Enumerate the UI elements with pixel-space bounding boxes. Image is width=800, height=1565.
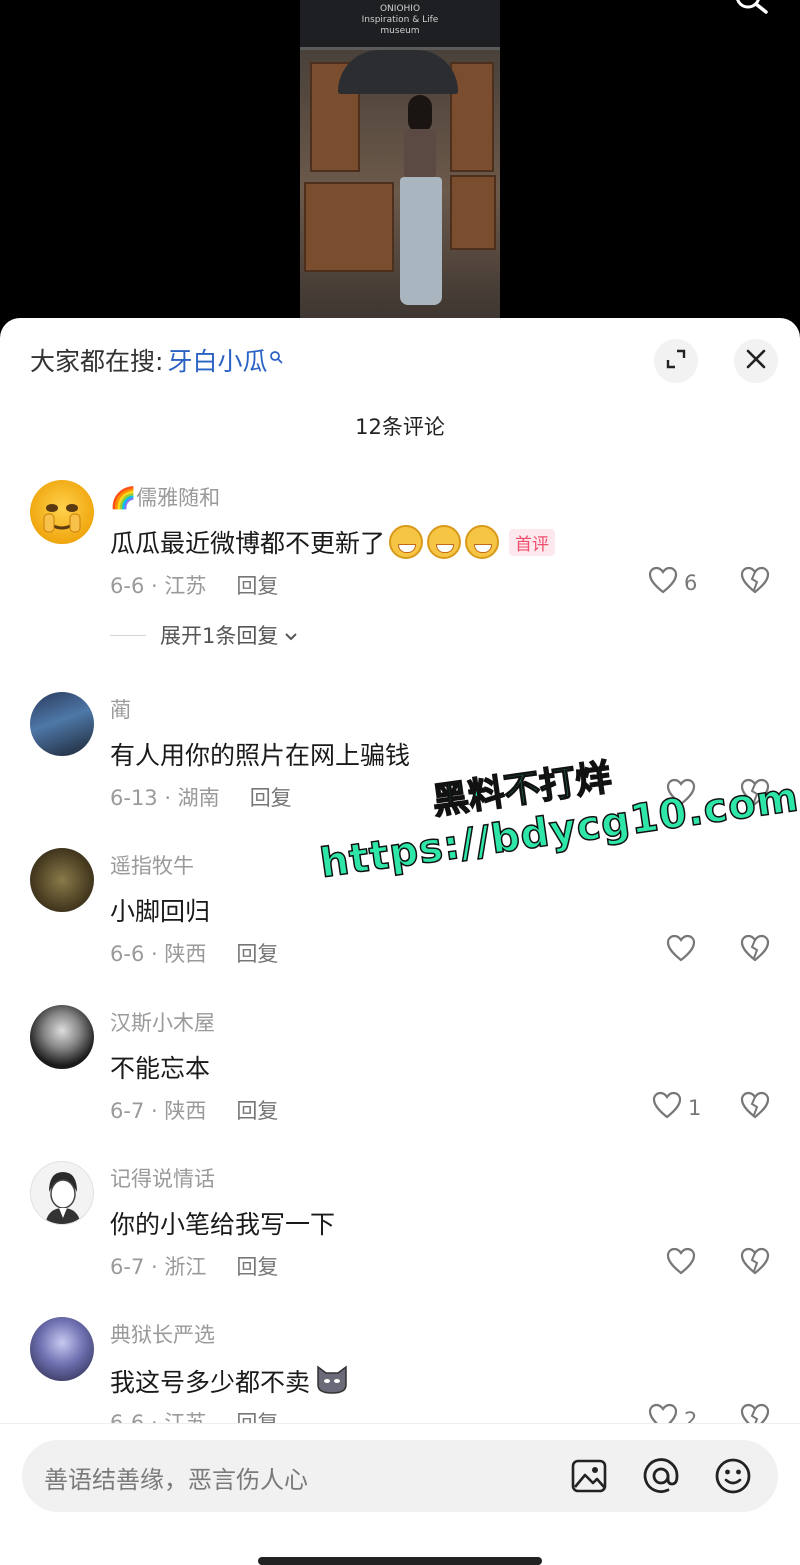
comment-item: 🌈儒雅随和 瓜瓜最近微博都不更新了 首评 6-6 · 江苏 回复 6 展开1条回… <box>0 480 800 670</box>
commenter-name[interactable]: 典狱长严选 <box>110 1319 215 1349</box>
grin-sweat-emoji-icon <box>465 525 500 559</box>
chevron-down-icon <box>284 623 298 647</box>
comment-text: 不能忘本 <box>110 1049 210 1085</box>
avatar[interactable] <box>30 1005 94 1069</box>
broken-heart-icon <box>740 1247 770 1279</box>
comment-text: 有人用你的照片在网上骗钱 <box>110 736 410 772</box>
like-count: 6 <box>684 570 698 595</box>
comment-meta: 6-6 · 陕西 回复 <box>110 938 278 968</box>
comment-body: 我这号多少都不卖 <box>110 1368 311 1397</box>
umbrella <box>338 50 458 94</box>
comment-text: 瓜瓜最近微博都不更新了 首评 <box>110 524 556 560</box>
comment-text: 我这号多少都不卖 <box>110 1361 350 1401</box>
comment-date-location: 6-13 · 湖南 <box>110 786 220 810</box>
comment-item: 记得说情话 你的小笔给我写一下 6-7 · 浙江 回复 <box>0 1161 800 1301</box>
avatar[interactable] <box>30 480 94 544</box>
home-indicator[interactable] <box>258 1557 542 1565</box>
reply-button[interactable]: 回复 <box>236 1095 278 1125</box>
avatar[interactable] <box>30 1161 94 1225</box>
comment-input[interactable]: 善语结善缘，恶言伤人心 <box>22 1440 778 1512</box>
comment-count: 12条评论 <box>355 415 445 439</box>
dislike-button[interactable] <box>740 1247 770 1279</box>
sign-line3: museum <box>380 26 420 36</box>
dislike-button[interactable] <box>740 1091 770 1123</box>
close-button[interactable] <box>734 339 778 383</box>
at-icon[interactable] <box>640 1455 682 1497</box>
emoji-icon[interactable] <box>712 1455 754 1497</box>
comment-item: 汉斯小木屋 不能忘本 6-7 · 陕西 回复 1 <box>0 1005 800 1145</box>
video-player[interactable]: ONIOHIO Inspiration & Life museum <box>0 0 800 330</box>
heart-icon <box>652 1091 682 1124</box>
commenter-name[interactable]: 记得说情话 <box>110 1163 215 1193</box>
sign-line2: Inspiration & Life <box>361 15 439 25</box>
divider-line <box>110 634 146 636</box>
heart-icon <box>648 566 678 599</box>
like-button[interactable]: 6 <box>648 566 697 599</box>
close-icon <box>746 349 766 373</box>
expand-icon <box>665 348 687 374</box>
broken-heart-icon <box>740 566 770 598</box>
comment-body: 你的小笔给我写一下 <box>110 1210 336 1239</box>
commenter-name[interactable]: 🌈儒雅随和 <box>110 482 220 512</box>
comment-date-location: 6-6 · 陕西 <box>110 942 207 966</box>
search-icon[interactable] <box>734 0 770 20</box>
search-keyword-link[interactable]: 牙白小瓜 <box>167 342 267 378</box>
comment-date-location: 6-7 · 陕西 <box>110 1099 207 1123</box>
grin-sweat-emoji-icon <box>389 525 424 559</box>
search-icon <box>269 341 283 370</box>
like-button[interactable] <box>666 934 696 967</box>
comment-meta: 6-13 · 湖南 回复 <box>110 782 292 812</box>
reply-button[interactable]: 回复 <box>236 938 278 968</box>
display-shelf <box>304 182 394 272</box>
comment-text: 小脚回归 <box>110 892 210 928</box>
cat-emoji-icon <box>314 1361 350 1401</box>
dislike-button[interactable] <box>740 934 770 966</box>
expand-replies-label: 展开1条回复 <box>160 624 279 648</box>
video-frame: ONIOHIO Inspiration & Life museum <box>300 0 500 318</box>
broken-heart-icon <box>740 934 770 966</box>
display-shelf <box>450 175 496 250</box>
like-button[interactable]: 1 <box>652 1091 701 1124</box>
avatar[interactable] <box>30 1317 94 1381</box>
comment-date-location: 6-6 · 江苏 <box>110 574 207 598</box>
trending-search[interactable]: 大家都在搜: 牙白小瓜 <box>30 342 283 378</box>
comment-input-bar: 善语结善缘，恶言伤人心 <box>0 1423 800 1565</box>
commenter-name[interactable]: 遥指牧牛 <box>110 850 194 880</box>
image-icon[interactable] <box>568 1455 610 1497</box>
comment-meta: 6-7 · 陕西 回复 <box>110 1095 278 1125</box>
comment-text: 你的小笔给我写一下 <box>110 1205 335 1241</box>
comment-body: 瓜瓜最近微博都不更新了 <box>110 529 386 558</box>
shop-window <box>450 62 494 172</box>
comment-meta: 6-7 · 浙江 回复 <box>110 1251 278 1281</box>
like-button[interactable] <box>666 1247 696 1280</box>
sign-line1: ONIOHIO <box>379 4 421 14</box>
avatar[interactable] <box>30 692 94 756</box>
reply-button[interactable]: 回复 <box>250 782 292 812</box>
like-count: 1 <box>688 1095 702 1120</box>
reply-button[interactable]: 回复 <box>236 570 278 600</box>
grin-sweat-emoji-icon <box>427 525 462 559</box>
commenter-name[interactable]: 汉斯小木屋 <box>110 1007 215 1037</box>
reply-button[interactable]: 回复 <box>236 1251 278 1281</box>
broken-heart-icon <box>740 1091 770 1123</box>
first-comment-badge: 首评 <box>509 528 556 556</box>
search-prefix: 大家都在搜: <box>30 347 164 376</box>
comment-body: 有人用你的照片在网上骗钱 <box>110 741 411 770</box>
comment-meta: 6-6 · 江苏 回复 <box>110 570 278 600</box>
comment-date-location: 6-7 · 浙江 <box>110 1255 207 1279</box>
heart-icon <box>666 934 696 967</box>
dislike-button[interactable] <box>740 566 770 598</box>
museum-sign: ONIOHIO Inspiration & Life museum <box>300 0 500 50</box>
comment-body: 不能忘本 <box>110 1054 211 1083</box>
comment-input-placeholder: 善语结善缘，恶言伤人心 <box>44 1466 308 1494</box>
heart-icon <box>666 1247 696 1280</box>
expand-replies-button[interactable]: 展开1条回复 <box>110 620 298 650</box>
person-figure <box>400 95 442 310</box>
avatar[interactable] <box>30 848 94 912</box>
comments-sheet: 大家都在搜: 牙白小瓜 12条评论 🌈儒雅随和 瓜瓜最近微博都不更新了 首评 6… <box>0 318 800 1565</box>
expand-button[interactable] <box>654 339 698 383</box>
comment-body: 小脚回归 <box>110 897 211 926</box>
commenter-name[interactable]: 蔺 <box>110 694 131 724</box>
